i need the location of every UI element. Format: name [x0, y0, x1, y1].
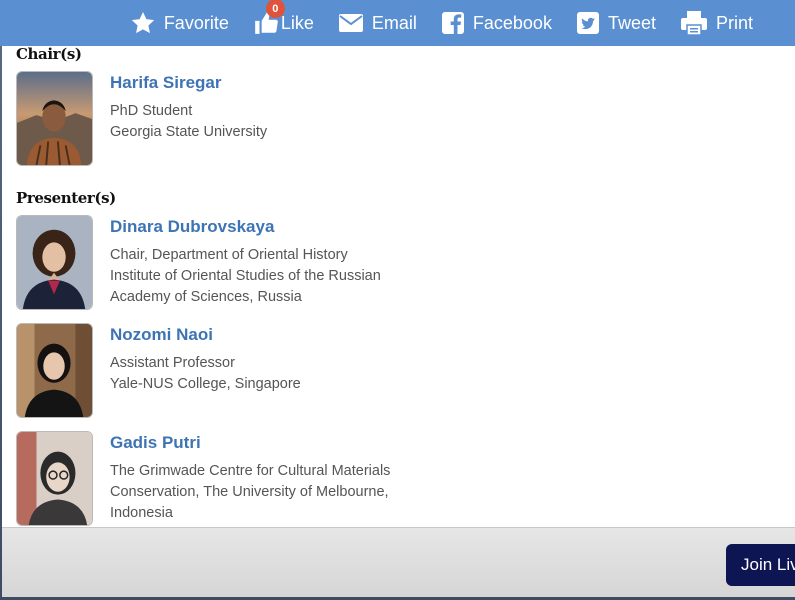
facebook-label: Facebook: [472, 12, 552, 33]
person-affiliation: Academy of Sciences, Russia: [110, 289, 302, 305]
email-label: Email: [371, 12, 417, 33]
person-affiliation: The Grimwade Centre for Cultural Materia…: [110, 463, 391, 479]
session-details-panel: Chair(s) Harifa Siregar PhD Student Geor…: [2, 46, 795, 527]
print-label: Print: [715, 12, 753, 33]
person-details: Assistant Professor Yale-NUS College, Si…: [110, 353, 430, 395]
person-details: The Grimwade Centre for Cultural Materia…: [110, 461, 430, 524]
twitter-icon: [576, 11, 600, 35]
person-details: Chair, Department of Oriental History In…: [110, 245, 430, 308]
person-name-link[interactable]: Harifa Siregar: [110, 73, 222, 93]
person-affiliation: Conservation, The University of Melbourn…: [110, 484, 389, 500]
chair-card: Harifa Siregar PhD Student Georgia State…: [16, 71, 536, 171]
presenter-card: Nozomi Naoi Assistant Professor Yale-NUS…: [16, 323, 536, 423]
person-title: PhD Student: [110, 103, 193, 119]
email-button[interactable]: Email: [338, 12, 417, 34]
print-button[interactable]: Print: [680, 10, 753, 36]
tweet-button[interactable]: Tweet: [576, 11, 656, 35]
person-name-link[interactable]: Dinara Dubrovskaya: [110, 217, 274, 237]
envelope-icon: [338, 12, 364, 34]
person-affiliation: Georgia State University: [110, 124, 268, 140]
modal-footer: Join Live: [2, 527, 795, 597]
avatar: [16, 215, 93, 310]
favorite-label: Favorite: [163, 12, 229, 33]
like-label: Like: [280, 12, 314, 33]
page: Favorite 0 Like Email Facebook Tweet Pri…: [0, 0, 795, 600]
person-name-link[interactable]: Nozomi Naoi: [110, 325, 213, 345]
avatar: [16, 323, 93, 418]
join-live-button[interactable]: Join Live: [726, 544, 795, 586]
like-button[interactable]: 0 Like: [253, 0, 314, 36]
person-affiliation: Institute of Oriental Studies of the Rus…: [110, 268, 381, 284]
like-count-badge: 0: [265, 0, 285, 18]
action-toolbar: Favorite 0 Like Email Facebook Tweet Pri…: [0, 0, 795, 46]
tweet-label: Tweet: [607, 12, 656, 33]
avatar: [16, 431, 93, 526]
facebook-button[interactable]: Facebook: [441, 11, 552, 35]
person-affiliation: Indonesia: [110, 505, 173, 521]
person-name-link[interactable]: Gadis Putri: [110, 433, 201, 453]
person-details: PhD Student Georgia State University: [110, 101, 430, 143]
facebook-icon: [441, 11, 465, 35]
person-affiliation: Yale-NUS College, Singapore: [110, 376, 301, 392]
presenters-heading: Presenter(s): [16, 189, 116, 207]
presenter-card: Gadis Putri The Grimwade Centre for Cult…: [16, 431, 536, 527]
avatar: [16, 71, 93, 166]
person-title: Chair, Department of Oriental History: [110, 247, 348, 263]
favorite-button[interactable]: Favorite: [130, 10, 229, 36]
printer-icon: [680, 10, 708, 36]
chairs-heading: Chair(s): [16, 46, 82, 63]
person-title: Assistant Professor: [110, 355, 235, 371]
star-icon: [130, 10, 156, 36]
presenter-card: Dinara Dubrovskaya Chair, Department of …: [16, 215, 536, 315]
